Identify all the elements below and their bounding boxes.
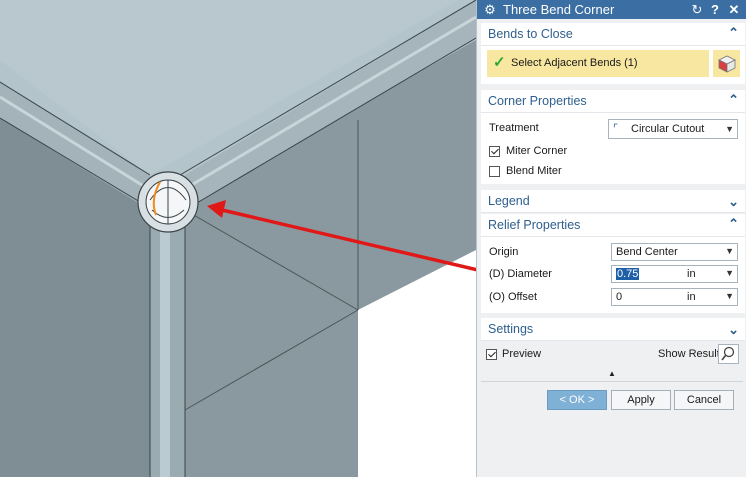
chevron-down-icon[interactable]: ⌄: [728, 194, 739, 210]
blend-miter-checkbox[interactable]: [489, 166, 500, 177]
offset-field[interactable]: 0 in ▼: [611, 288, 738, 306]
magnifier-icon: [721, 346, 735, 361]
offset-unit[interactable]: in: [687, 291, 696, 303]
diameter-field[interactable]: 0.75 in ▼: [611, 265, 738, 283]
section-corner-properties-header[interactable]: Corner Properties ⌃: [481, 90, 745, 113]
three-bend-corner-dialog: ⚙ Three Bend Corner ↻ ? ✕ Bends to Close…: [476, 0, 746, 477]
checkmark-icon: ✓: [493, 54, 506, 71]
section-relief-properties-header[interactable]: Relief Properties ⌃: [481, 214, 745, 237]
show-result-button[interactable]: [718, 344, 739, 364]
chevron-up-icon[interactable]: ⌃: [728, 25, 739, 41]
select-adjacent-bends-label: Select Adjacent Bends (1): [511, 57, 638, 69]
section-bends-to-close-body: ✓ Select Adjacent Bends (1): [481, 46, 745, 84]
diameter-value[interactable]: 0.75: [616, 268, 640, 280]
section-relief-properties-body: Origin Bend Center ▼ (D) Diameter 0.75 i…: [481, 237, 745, 313]
ok-button[interactable]: < OK >: [547, 390, 607, 410]
section-corner-properties-body: Treatment ⌜ Circular Cutout ▼ Miter Corn…: [481, 113, 745, 184]
section-title: Corner Properties: [488, 94, 587, 108]
help-icon[interactable]: ?: [707, 0, 723, 19]
dialog-title-bar[interactable]: ⚙ Three Bend Corner ↻ ? ✕: [477, 0, 746, 19]
close-icon[interactable]: ✕: [726, 0, 742, 19]
origin-select[interactable]: Bend Center ▼: [611, 243, 738, 261]
footer-divider: [481, 381, 743, 382]
origin-label: Origin: [489, 246, 519, 258]
treatment-value: Circular Cutout: [631, 123, 705, 135]
sheet-metal-model[interactable]: [0, 0, 479, 477]
cube-select-icon: [718, 55, 736, 73]
chevron-up-icon[interactable]: ⌃: [728, 216, 739, 232]
select-object-button[interactable]: [713, 50, 740, 77]
expand-triangle-icon[interactable]: ▲: [608, 369, 616, 378]
offset-value[interactable]: 0: [616, 291, 622, 303]
chevron-down-icon[interactable]: ▼: [725, 268, 734, 278]
section-settings-header[interactable]: Settings ⌄: [481, 318, 745, 341]
section-title: Settings: [488, 322, 534, 336]
chevron-down-icon: ▼: [725, 124, 734, 134]
preview-label: Preview: [502, 348, 542, 360]
show-result-label: Show Result: [658, 348, 720, 360]
origin-value: Bend Center: [616, 246, 678, 258]
dialog-title: Three Bend Corner: [503, 2, 615, 17]
section-bends-to-close-header[interactable]: Bends to Close ⌃: [481, 23, 745, 46]
chevron-down-icon[interactable]: ⌄: [728, 322, 739, 338]
gear-icon[interactable]: ⚙: [482, 0, 498, 19]
graphics-viewport[interactable]: [0, 0, 479, 477]
preview-checkbox[interactable]: [486, 349, 497, 360]
diameter-label: (D) Diameter: [489, 268, 552, 280]
miter-corner-label: Miter Corner: [506, 145, 568, 157]
circular-cutout-icon: ⌜: [613, 123, 619, 135]
section-title: Relief Properties: [488, 218, 581, 232]
section-title: Bends to Close: [488, 27, 573, 41]
offset-label: (O) Offset: [489, 291, 538, 303]
section-legend-header[interactable]: Legend ⌄: [481, 190, 745, 213]
chevron-down-icon: ▼: [725, 246, 734, 256]
reset-icon[interactable]: ↻: [689, 0, 705, 19]
section-title: Legend: [488, 194, 530, 208]
apply-button[interactable]: Apply: [611, 390, 671, 410]
treatment-select[interactable]: ⌜ Circular Cutout ▼: [608, 119, 738, 139]
cancel-button[interactable]: Cancel: [674, 390, 734, 410]
miter-corner-checkbox[interactable]: [489, 146, 500, 157]
select-adjacent-bends[interactable]: ✓ Select Adjacent Bends (1): [487, 50, 709, 77]
chevron-up-icon[interactable]: ⌃: [728, 92, 739, 108]
blend-miter-label: Blend Miter: [506, 165, 562, 177]
chevron-down-icon[interactable]: ▼: [725, 291, 734, 301]
treatment-label: Treatment: [489, 122, 539, 134]
diameter-unit[interactable]: in: [687, 268, 696, 280]
